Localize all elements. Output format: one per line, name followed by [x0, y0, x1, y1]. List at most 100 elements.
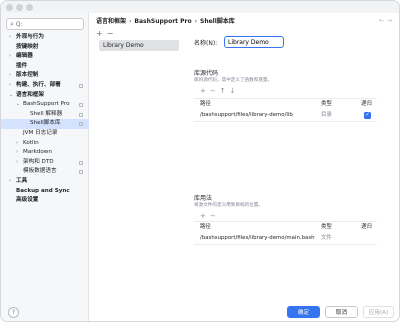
remove-library-icon[interactable]: −: [107, 29, 118, 38]
remove-icon[interactable]: −: [210, 87, 220, 95]
breadcrumb-separator-icon: ›: [194, 18, 197, 25]
close-window-button[interactable]: [6, 4, 13, 11]
zoom-window-button[interactable]: [26, 4, 33, 11]
sidebar-item-label: 编辑器: [16, 53, 33, 60]
sidebar-item[interactable]: › 外观与行为: [1, 33, 89, 43]
library-list-item[interactable]: Library Demo: [99, 40, 179, 51]
chevron-down-icon[interactable]: ⌄: [9, 91, 13, 101]
sidebar-item-label: 高级设置: [16, 197, 39, 204]
remove-icon[interactable]: −: [210, 212, 220, 220]
sidebar-item-label: Markdown: [23, 149, 52, 156]
row-type: 文件: [321, 235, 332, 241]
sidebar-item-label: 版本控制: [16, 72, 39, 79]
sidebar-item[interactable]: › 构建、执行、部署: [1, 81, 89, 91]
sidebar-item-label: 按键映射: [16, 43, 39, 50]
column-path[interactable]: 路径: [200, 99, 211, 110]
history-nav: ←→: [379, 17, 395, 24]
sidebar-item[interactable]: › Kotlin: [1, 139, 89, 149]
title-bar: [1, 1, 399, 13]
project-settings-icon: [79, 122, 83, 127]
sidebar-item-label: BashSupport Pro: [23, 101, 70, 108]
breadcrumb-item[interactable]: 语言和框架: [96, 17, 126, 27]
settings-content: 语言和框架 › BashSupport Pro › Shell脚本库 ←→ +−…: [90, 13, 399, 321]
sidebar-item[interactable]: › 版本控制: [1, 71, 89, 81]
breadcrumb-separator-icon: ›: [129, 18, 132, 25]
library-code-toolbar: +−↑↓: [200, 87, 240, 95]
table-row[interactable]: /bashsupport/files/library-demo/lib 目录 ✓: [194, 110, 377, 121]
chevron-right-icon[interactable]: ›: [9, 33, 11, 43]
sidebar-item-label: Shell脚本库: [30, 120, 61, 127]
breadcrumb: 语言和框架 › BashSupport Pro › Shell脚本库: [96, 17, 235, 27]
add-icon[interactable]: +: [200, 87, 210, 95]
sidebar-item[interactable]: 高级设置: [1, 196, 89, 206]
chevron-right-icon[interactable]: ›: [16, 139, 18, 149]
move-up-icon[interactable]: ↑: [220, 87, 230, 95]
sidebar-item-label: 架构和 DTD: [23, 158, 54, 165]
add-library-icon[interactable]: +: [96, 29, 107, 38]
sidebar-item[interactable]: ⌄ 语言和框架: [1, 91, 89, 101]
back-arrow-icon[interactable]: ←: [379, 17, 387, 24]
row-type: 目录: [321, 112, 332, 118]
project-settings-icon: [79, 160, 83, 165]
settings-sidebar: ⌕ ›外观与行为按键映射›编辑器插件›版本控制›构建、执行、部署⌄语言和框架⌄B…: [1, 13, 89, 321]
project-settings-icon: [79, 170, 83, 175]
apply-button[interactable]: 应用(A): [363, 306, 394, 318]
settings-tree: › 外观与行为 按键映射 › 编辑器 插件 › 版本控制 › 构建、执行、部署 ⌄ 语言和框架 ⌄ Bas…: [1, 33, 89, 206]
sidebar-item[interactable]: JVM 日志记录: [1, 129, 89, 139]
sidebar-item[interactable]: 模板数据语言: [1, 167, 89, 177]
chevron-right-icon[interactable]: ›: [9, 71, 11, 81]
sidebar-item[interactable]: 按键映射: [1, 43, 89, 53]
settings-window: ⌕ ›外观与行为按键映射›编辑器插件›版本控制›构建、执行、部署⌄语言和框架⌄B…: [0, 0, 400, 322]
sidebar-item-label: 工具: [16, 177, 28, 184]
library-code-title: 库源代码: [194, 70, 219, 77]
column-type[interactable]: 类型: [321, 222, 332, 233]
library-usage-description: 将源文件的定义用到目标的位置。: [194, 203, 263, 208]
move-down-icon[interactable]: ↓: [230, 87, 240, 95]
sidebar-item-label: 外观与行为: [16, 34, 44, 40]
column-path[interactable]: 路径: [200, 222, 211, 233]
sidebar-item-label: 构建、执行、部署: [16, 81, 61, 88]
search-icon: ⌕: [10, 19, 14, 28]
library-list: Library Demo: [99, 40, 179, 310]
sidebar-item[interactable]: ⌄ BashSupport Pro: [1, 100, 89, 110]
chevron-right-icon[interactable]: ›: [9, 81, 11, 91]
library-list-toolbar: +−: [96, 29, 117, 38]
sidebar-item-label: 模板数据语言: [23, 168, 57, 175]
chevron-right-icon[interactable]: ›: [16, 148, 18, 158]
recursive-checkbox[interactable]: ✓: [364, 112, 371, 119]
ok-button[interactable]: 确定: [287, 306, 320, 318]
chevron-right-icon[interactable]: ›: [9, 52, 11, 62]
column-recursive[interactable]: 递归: [361, 99, 372, 110]
name-field[interactable]: [224, 36, 284, 48]
sidebar-item-label: 语言和框架: [16, 91, 44, 98]
help-icon[interactable]: ?: [8, 307, 19, 318]
name-label: 名称(N):: [194, 39, 218, 47]
forward-arrow-icon[interactable]: →: [387, 17, 395, 24]
breadcrumb-item[interactable]: BashSupport Pro: [134, 17, 191, 27]
project-settings-icon: [79, 83, 83, 88]
sidebar-item[interactable]: › 架构和 DTD: [1, 158, 89, 168]
sidebar-item-label: Backup and Sync: [16, 187, 70, 194]
library-code-description: 库的源代码，其中定义了函数和变量。: [194, 78, 273, 83]
chevron-right-icon[interactable]: ›: [9, 177, 11, 187]
project-settings-icon: [79, 112, 83, 117]
sidebar-item[interactable]: › Markdown: [1, 148, 89, 158]
cancel-button[interactable]: 取消: [325, 306, 358, 318]
search-box[interactable]: ⌕: [6, 18, 84, 30]
chevron-down-icon[interactable]: ⌄: [16, 100, 20, 110]
column-type[interactable]: 类型: [321, 99, 332, 110]
chevron-right-icon[interactable]: ›: [16, 158, 18, 168]
add-icon[interactable]: +: [200, 212, 210, 220]
minimize-window-button[interactable]: [16, 4, 23, 11]
sidebar-item[interactable]: › 编辑器: [1, 52, 89, 62]
column-recursive[interactable]: 递归: [361, 222, 372, 233]
sidebar-item-label: Shell 解释器: [30, 110, 63, 117]
sidebar-item[interactable]: Shell脚本库: [1, 119, 89, 129]
sidebar-item[interactable]: Shell 解释器: [1, 110, 89, 120]
table-row[interactable]: /bashsupport/files/library-demo/main.bas…: [194, 233, 377, 244]
sidebar-item[interactable]: 插件: [1, 62, 89, 72]
sidebar-item[interactable]: › 工具: [1, 177, 89, 187]
search-input[interactable]: [15, 20, 78, 28]
sidebar-item[interactable]: Backup and Sync: [1, 187, 89, 197]
dialog-footer: ? 确定 取消 应用(A): [1, 304, 399, 321]
